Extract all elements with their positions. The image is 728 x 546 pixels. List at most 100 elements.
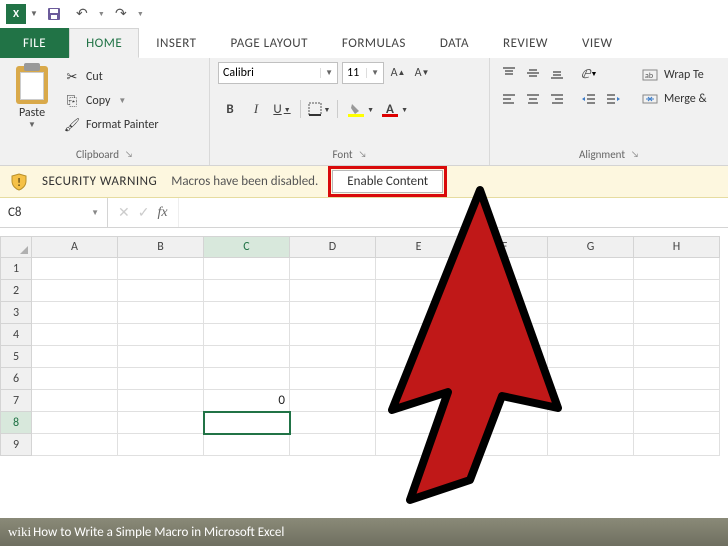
column-header[interactable]: B [118, 236, 204, 258]
column-header[interactable]: A [32, 236, 118, 258]
cell[interactable] [462, 434, 548, 456]
cell[interactable] [32, 390, 118, 412]
tab-page-layout[interactable]: PAGE LAYOUT [214, 28, 325, 58]
cell[interactable] [32, 324, 118, 346]
cell[interactable] [634, 346, 720, 368]
align-top-button[interactable] [498, 62, 520, 84]
align-middle-button[interactable] [522, 62, 544, 84]
cell[interactable] [548, 346, 634, 368]
cell[interactable] [32, 302, 118, 324]
cell[interactable] [118, 434, 204, 456]
cell[interactable] [376, 280, 462, 302]
cell[interactable] [634, 434, 720, 456]
cell[interactable] [548, 368, 634, 390]
column-header[interactable]: F [462, 236, 548, 258]
font-dialog-launcher-icon[interactable]: ↘ [359, 149, 367, 160]
cell[interactable] [548, 324, 634, 346]
cell[interactable] [462, 412, 548, 434]
name-box[interactable]: C8▼ [0, 198, 108, 227]
cell[interactable] [32, 258, 118, 280]
cell[interactable] [204, 302, 290, 324]
cell[interactable] [204, 346, 290, 368]
save-button[interactable] [42, 3, 66, 25]
font-name-combo[interactable]: Calibri▼ [218, 62, 338, 84]
cell[interactable] [548, 412, 634, 434]
cell[interactable] [118, 302, 204, 324]
wrap-text-button[interactable]: abWrap Te [642, 64, 707, 86]
cell[interactable] [548, 258, 634, 280]
column-header[interactable]: G [548, 236, 634, 258]
cell[interactable] [118, 258, 204, 280]
cell[interactable] [118, 412, 204, 434]
align-right-button[interactable] [546, 88, 568, 110]
cell[interactable] [204, 368, 290, 390]
cell[interactable] [634, 258, 720, 280]
format-painter-button[interactable]: 🖌Format Painter [64, 114, 159, 136]
row-header[interactable]: 5 [0, 346, 32, 368]
cell[interactable] [376, 434, 462, 456]
cell[interactable] [290, 346, 376, 368]
cell[interactable] [376, 390, 462, 412]
cell[interactable] [376, 324, 462, 346]
column-header[interactable]: D [290, 236, 376, 258]
cell[interactable] [290, 434, 376, 456]
font-color-button[interactable]: A▼ [378, 98, 402, 120]
cell[interactable] [634, 412, 720, 434]
cell[interactable] [462, 368, 548, 390]
cell[interactable] [290, 258, 376, 280]
cell[interactable] [462, 346, 548, 368]
font-size-combo[interactable]: 11▼ [342, 62, 384, 84]
cell[interactable] [462, 258, 548, 280]
clipboard-dialog-launcher-icon[interactable]: ↘ [125, 149, 133, 160]
cell[interactable] [32, 280, 118, 302]
column-header[interactable]: E [376, 236, 462, 258]
row-header[interactable]: 1 [0, 258, 32, 280]
cell[interactable] [290, 280, 376, 302]
underline-button[interactable]: U▼ [270, 98, 294, 120]
cell[interactable] [290, 302, 376, 324]
cell[interactable]: 0 [204, 390, 290, 412]
redo-dropdown-icon[interactable]: ▼ [137, 9, 144, 18]
align-center-button[interactable] [522, 88, 544, 110]
tab-data[interactable]: DATA [423, 28, 486, 58]
border-button[interactable]: ▼ [307, 98, 331, 120]
cell[interactable] [376, 258, 462, 280]
cell[interactable] [376, 302, 462, 324]
cell[interactable] [634, 390, 720, 412]
row-header[interactable]: 7 [0, 390, 32, 412]
cell[interactable] [548, 390, 634, 412]
cell[interactable] [118, 280, 204, 302]
tab-view[interactable]: VIEW [565, 28, 630, 58]
increase-font-button[interactable]: A▲ [388, 62, 408, 84]
cell[interactable] [376, 346, 462, 368]
formula-input[interactable] [179, 198, 728, 227]
cell[interactable] [32, 412, 118, 434]
tab-file[interactable]: FILE [0, 28, 69, 58]
cell[interactable] [204, 324, 290, 346]
cut-button[interactable]: ✂Cut [64, 66, 159, 88]
select-all-corner[interactable] [0, 236, 32, 258]
cell[interactable] [634, 324, 720, 346]
row-header[interactable]: 9 [0, 434, 32, 456]
cell[interactable] [548, 280, 634, 302]
cell[interactable] [290, 324, 376, 346]
cell[interactable] [118, 390, 204, 412]
cell[interactable] [32, 368, 118, 390]
cell[interactable] [462, 302, 548, 324]
cell[interactable] [548, 302, 634, 324]
merge-center-button[interactable]: Merge & [642, 88, 707, 110]
cell[interactable] [462, 390, 548, 412]
cell[interactable] [376, 368, 462, 390]
orientation-button[interactable]: ⅇ▼ [578, 62, 600, 84]
cell[interactable] [462, 280, 548, 302]
row-header[interactable]: 6 [0, 368, 32, 390]
cell[interactable] [118, 368, 204, 390]
cell[interactable] [32, 346, 118, 368]
align-bottom-button[interactable] [546, 62, 568, 84]
decrease-indent-button[interactable] [578, 88, 600, 110]
align-left-button[interactable] [498, 88, 520, 110]
tab-insert[interactable]: INSERT [139, 28, 213, 58]
row-header[interactable]: 3 [0, 302, 32, 324]
column-header[interactable]: H [634, 236, 720, 258]
tab-formulas[interactable]: FORMULAS [325, 28, 423, 58]
